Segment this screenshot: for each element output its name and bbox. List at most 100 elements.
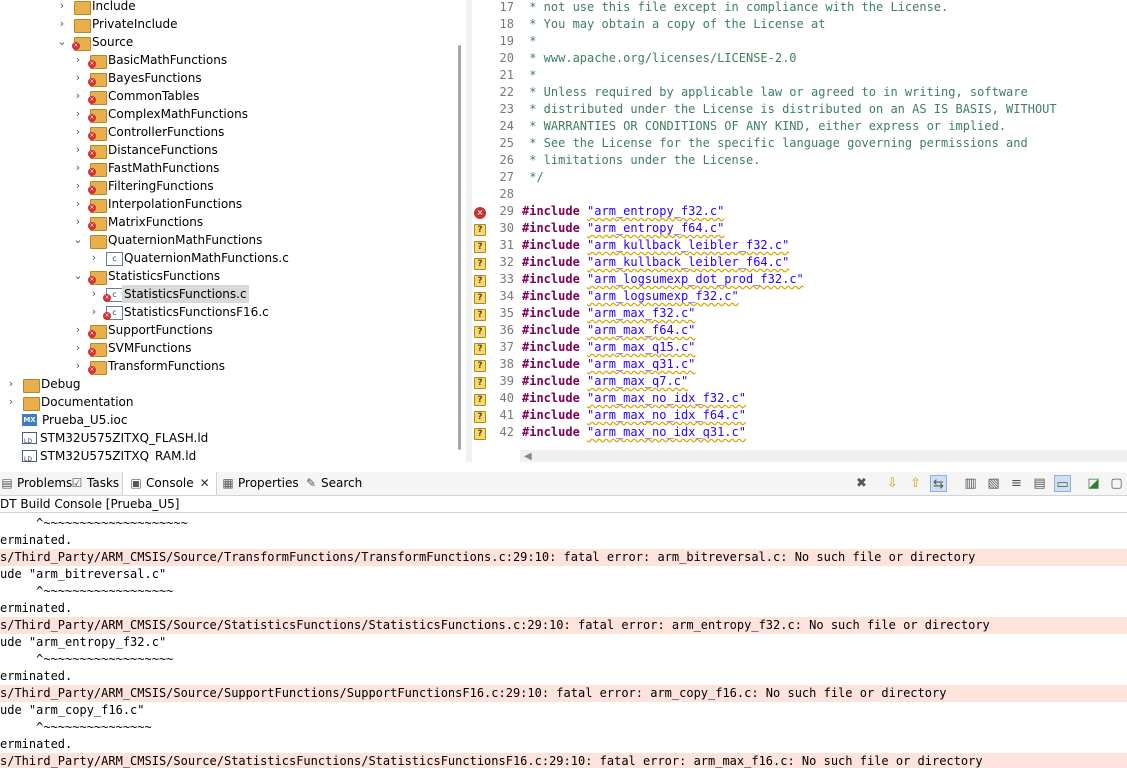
tree-item[interactable]: LD STM32U575ZITXQ_FLASH.ld	[0, 429, 456, 447]
tree-item[interactable]: › c × StatisticsFunctionsF16.c	[0, 303, 456, 321]
warning-marker-icon[interactable]: ?	[474, 394, 486, 406]
tree-item[interactable]: › × InterpolationFunctions	[0, 195, 456, 213]
clear-console-icon[interactable]: ✖	[853, 475, 870, 492]
code-line[interactable]: #include "arm_max_f64.c"	[522, 323, 695, 337]
tree-item[interactable]: › Debug	[0, 375, 456, 393]
tree-item[interactable]: › × BayesFunctions	[0, 69, 456, 87]
code-line[interactable]: #include "arm_kullback_leibler_f64.c"	[522, 255, 789, 269]
open-console-icon[interactable]: ◪	[1085, 475, 1102, 492]
code-line[interactable]: #include "arm_max_q7.c"	[522, 374, 688, 388]
tab-console[interactable]: ▣ Console ✕	[122, 472, 217, 495]
tab-tasks[interactable]: ☑ Tasks	[70, 472, 120, 495]
warning-marker-icon[interactable]: ?	[474, 292, 486, 304]
code-line[interactable]: * distributed under the License is distr…	[522, 102, 1056, 116]
error-marker-icon[interactable]: ×	[474, 207, 486, 219]
chevron-right-icon[interactable]: ›	[72, 51, 84, 69]
code-line[interactable]: #include "arm_max_no_idx_q31.c"	[522, 425, 746, 439]
warning-marker-icon[interactable]: ?	[474, 428, 486, 440]
code-line[interactable]: *	[522, 34, 536, 48]
tree-item[interactable]: › × ControllerFunctions	[0, 123, 456, 141]
tree-item[interactable]: › × MatrixFunctions	[0, 213, 456, 231]
code-line[interactable]: #include "arm_logsumexp_f32.c"	[522, 289, 739, 303]
warning-marker-icon[interactable]: ?	[474, 275, 486, 287]
explorer-scrollbar[interactable]	[458, 45, 461, 450]
chevron-right-icon[interactable]: ›	[72, 195, 84, 213]
tree-item[interactable]: › × FilteringFunctions	[0, 177, 456, 195]
code-line[interactable]: * www.apache.org/licenses/LICENSE-2.0	[522, 51, 796, 65]
code-line[interactable]: #include "arm_logsumexp_dot_prod_f32.c"	[522, 272, 804, 286]
warning-marker-icon[interactable]: ?	[474, 258, 486, 270]
warning-marker-icon[interactable]: ?	[474, 224, 486, 236]
tree-item[interactable]: › × CommonTables	[0, 87, 456, 105]
chevron-down-icon[interactable]: ⌄	[72, 231, 84, 249]
tree-item[interactable]: › Documentation	[0, 393, 456, 411]
code-line[interactable]: #include "arm_max_no_idx_f32.c"	[522, 391, 746, 405]
code-line[interactable]: * See the License for the specific langu…	[522, 136, 1028, 150]
tree-item[interactable]: › c × StatisticsFunctions.c	[0, 285, 456, 303]
code-line[interactable]: *	[522, 68, 536, 82]
close-icon[interactable]: ✕	[200, 476, 210, 490]
tree-item[interactable]: LD STM32U575ZITXQ_RAM.ld	[0, 447, 456, 462]
chevron-down-icon[interactable]: ⌄	[56, 33, 68, 51]
chevron-right-icon[interactable]: ›	[72, 357, 84, 375]
tree-item[interactable]: › × TransformFunctions	[0, 357, 456, 375]
tree-item[interactable]: › × DistanceFunctions	[0, 141, 456, 159]
tree-item[interactable]: ⌄ × StatisticsFunctions	[0, 267, 456, 285]
warning-marker-icon[interactable]: ?	[474, 343, 486, 355]
show-console-icon[interactable]: ▭	[1054, 475, 1071, 492]
previous-error-icon[interactable]: ⇧	[907, 475, 924, 492]
warning-marker-icon[interactable]: ?	[474, 326, 486, 338]
tree-item[interactable]: ⌄ QuaternionMathFunctions	[0, 231, 456, 249]
chevron-right-icon[interactable]: ›	[72, 141, 84, 159]
warning-marker-icon[interactable]: ?	[474, 377, 486, 389]
tree-item[interactable]: › c QuaternionMathFunctions.c	[0, 249, 456, 267]
code-line[interactable]: * Unless required by applicable law or a…	[522, 85, 1028, 99]
tab-properties[interactable]: ▦ Properties	[221, 472, 298, 495]
code-editor[interactable]: ◀ 17 * not use this file except in compl…	[472, 0, 1127, 462]
code-line[interactable]: #include "arm_max_f32.c"	[522, 306, 695, 320]
remove-launch-icon[interactable]: ▤	[1031, 475, 1048, 492]
scroll-lock-icon[interactable]: ▥	[962, 475, 979, 492]
display-console-icon[interactable]: ▢	[1108, 475, 1125, 492]
chevron-right-icon[interactable]: ›	[72, 321, 84, 339]
chevron-right-icon[interactable]: ›	[72, 213, 84, 231]
code-line[interactable]: * You may obtain a copy of the License a…	[522, 17, 825, 31]
chevron-right-icon[interactable]: ›	[5, 375, 17, 393]
chevron-right-icon[interactable]: ›	[72, 177, 84, 195]
code-line[interactable]: #include "arm_max_q15.c"	[522, 340, 695, 354]
console-output[interactable]: ^~~~~~~~~~~~~~~~~~~~~ erminated. s/Third_P…	[0, 512, 1127, 768]
code-line[interactable]: * not use this file except in compliance…	[522, 0, 948, 14]
chevron-right-icon[interactable]: ›	[72, 123, 84, 141]
code-line[interactable]: #include "arm_entropy_f64.c"	[522, 221, 724, 235]
tree-item[interactable]: › × SVMFunctions	[0, 339, 456, 357]
warning-marker-icon[interactable]: ?	[474, 309, 486, 321]
chevron-right-icon[interactable]: ›	[5, 393, 17, 411]
tree-item[interactable]: MX Prueba_U5.ioc	[0, 411, 456, 429]
code-line[interactable]: #include "arm_kullback_leibler_f32.c"	[522, 238, 789, 252]
chevron-right-icon[interactable]: ›	[72, 69, 84, 87]
chevron-down-icon[interactable]: ⌄	[72, 267, 84, 285]
code-line[interactable]: #include "arm_max_no_idx_f64.c"	[522, 408, 746, 422]
chevron-right-icon[interactable]: ›	[88, 303, 100, 321]
tree-item[interactable]: › × FastMathFunctions	[0, 159, 456, 177]
tab-search[interactable]: ✎ Search	[304, 472, 362, 495]
tree-item[interactable]: › × BasicMathFunctions	[0, 51, 456, 69]
editor-horizontal-scrollbar[interactable]: ◀	[520, 450, 1127, 462]
warning-marker-icon[interactable]: ?	[474, 411, 486, 423]
word-wrap-icon[interactable]: ≡	[1008, 475, 1025, 492]
link-with-editor-icon[interactable]: ⇆	[930, 475, 947, 492]
tree-item[interactable]: ⌄ × Source	[0, 33, 456, 51]
code-line[interactable]: #include "arm_entropy_f32.c"	[522, 204, 724, 218]
tree-item[interactable]: › × SupportFunctions	[0, 321, 456, 339]
tree-item[interactable]: › × ComplexMathFunctions	[0, 105, 456, 123]
code-line[interactable]: * limitations under the License.	[522, 153, 760, 167]
code-line[interactable]: */	[522, 170, 543, 184]
chevron-right-icon[interactable]: ›	[72, 87, 84, 105]
chevron-right-icon[interactable]: ›	[56, 15, 68, 33]
scroll-left-icon[interactable]: ◀	[524, 451, 532, 462]
warning-marker-icon[interactable]: ?	[474, 241, 486, 253]
warning-marker-icon[interactable]: ?	[474, 360, 486, 372]
chevron-right-icon[interactable]: ›	[72, 159, 84, 177]
code-line[interactable]: #include "arm_max_q31.c"	[522, 357, 695, 371]
chevron-right-icon[interactable]: ›	[88, 285, 100, 303]
